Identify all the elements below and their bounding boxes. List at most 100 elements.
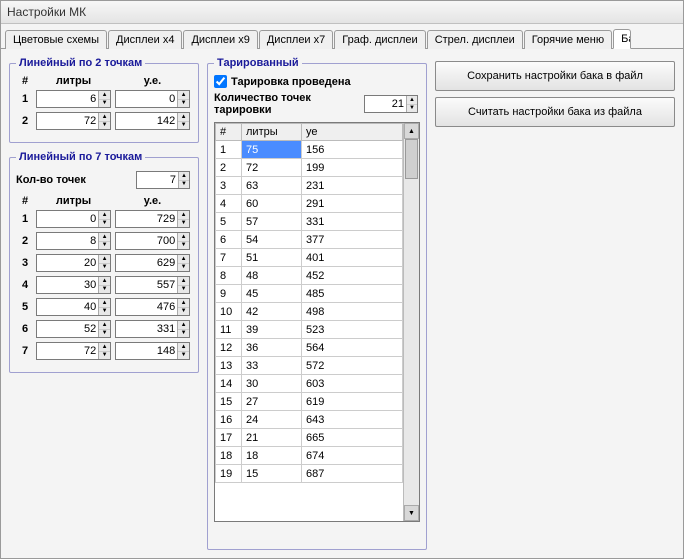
spin-arrows[interactable]: ▲ ▼	[177, 211, 189, 227]
cell-ue[interactable]: 572	[302, 357, 403, 375]
l7-ue-spin[interactable]: ▲ ▼	[115, 342, 190, 360]
l2-litry-spin[interactable]: ▲ ▼	[36, 112, 111, 130]
tab-needle[interactable]: Стрел. дисплеи	[427, 30, 523, 49]
cell-litry[interactable]: 30	[242, 375, 302, 393]
l7-ue-spin[interactable]: ▲ ▼	[115, 298, 190, 316]
l7-kolvo-spin[interactable]: ▲ ▼	[136, 171, 190, 189]
l7-ue-spin[interactable]: ▲ ▼	[115, 254, 190, 272]
cell-ue[interactable]: 603	[302, 375, 403, 393]
l7-litry-spin[interactable]: ▲ ▼	[36, 298, 111, 316]
chevron-down-icon[interactable]: ▼	[99, 122, 110, 130]
cell-ue[interactable]: 377	[302, 231, 403, 249]
table-row[interactable]: 12 36 564	[216, 339, 403, 357]
calibration-table-scroll[interactable]: # литры уе 1 75 156 2 72 199 3 63 231 4 …	[215, 123, 403, 521]
tab-disp-x4[interactable]: Дисплеи x4	[108, 30, 182, 49]
tarrir-done-checkbox[interactable]	[214, 75, 227, 88]
cell-litry[interactable]: 15	[242, 465, 302, 483]
tarrir-kolvo-spin[interactable]: ▲ ▼	[364, 95, 418, 113]
chevron-up-icon[interactable]: ▲	[99, 299, 110, 308]
cell-litry[interactable]: 36	[242, 339, 302, 357]
load-tank-button[interactable]: Считать настройки бака из файла	[435, 97, 675, 127]
cell-ue[interactable]: 687	[302, 465, 403, 483]
chevron-down-icon[interactable]: ▼	[178, 264, 189, 272]
spin-arrows[interactable]: ▲ ▼	[178, 172, 189, 188]
l7-ue-input[interactable]	[116, 234, 177, 248]
tab-disp-x7[interactable]: Дисплеи x7	[259, 30, 333, 49]
l7-ue-input[interactable]	[116, 212, 177, 226]
cell-litry[interactable]: 60	[242, 195, 302, 213]
tarrir-kolvo-input[interactable]	[365, 97, 406, 111]
table-row[interactable]: 2 72 199	[216, 159, 403, 177]
chevron-up-icon[interactable]: ▲	[179, 172, 189, 181]
table-row[interactable]: 14 30 603	[216, 375, 403, 393]
chevron-down-icon[interactable]: ▼	[178, 330, 189, 338]
cell-ue[interactable]: 498	[302, 303, 403, 321]
cell-ue[interactable]: 619	[302, 393, 403, 411]
l7-ue-spin[interactable]: ▲ ▼	[115, 276, 190, 294]
l2-ue-input[interactable]	[116, 114, 177, 128]
cell-litry[interactable]: 54	[242, 231, 302, 249]
spin-arrows[interactable]: ▲ ▼	[177, 299, 189, 315]
chevron-up-icon[interactable]: ▲	[178, 233, 189, 242]
cell-ue[interactable]: 291	[302, 195, 403, 213]
l7-litry-input[interactable]	[37, 212, 98, 226]
cell-litry[interactable]: 33	[242, 357, 302, 375]
cell-ue[interactable]: 643	[302, 411, 403, 429]
tab-hotmenu[interactable]: Горячие меню	[524, 30, 612, 49]
cell-ue[interactable]: 523	[302, 321, 403, 339]
spin-arrows[interactable]: ▲ ▼	[406, 96, 417, 112]
table-row[interactable]: 11 39 523	[216, 321, 403, 339]
table-row[interactable]: 4 60 291	[216, 195, 403, 213]
cell-ue[interactable]: 452	[302, 267, 403, 285]
chevron-down-icon[interactable]: ▼	[178, 352, 189, 360]
tab-tank[interactable]: Ба	[613, 29, 631, 49]
chevron-up-icon[interactable]: ▲	[99, 321, 110, 330]
chevron-down-icon[interactable]: ▼	[99, 308, 110, 316]
chevron-down-icon[interactable]: ▼	[99, 352, 110, 360]
th-litry[interactable]: литры	[242, 124, 302, 141]
chevron-down-icon[interactable]: ▼	[407, 105, 417, 113]
l2-ue-spin[interactable]: ▲ ▼	[115, 90, 190, 108]
l7-ue-input[interactable]	[116, 256, 177, 270]
tab-graph[interactable]: Граф. дисплеи	[334, 30, 425, 49]
table-row[interactable]: 17 21 665	[216, 429, 403, 447]
cell-ue[interactable]: 199	[302, 159, 403, 177]
spin-arrows[interactable]: ▲ ▼	[177, 343, 189, 359]
chevron-down-icon[interactable]: ▼	[99, 242, 110, 250]
cell-litry[interactable]: 24	[242, 411, 302, 429]
cell-ue[interactable]: 674	[302, 447, 403, 465]
chevron-up-icon[interactable]: ▲	[178, 321, 189, 330]
table-row[interactable]: 18 18 674	[216, 447, 403, 465]
table-row[interactable]: 13 33 572	[216, 357, 403, 375]
cell-ue[interactable]: 665	[302, 429, 403, 447]
chevron-up-icon[interactable]: ▲	[178, 255, 189, 264]
th-ue[interactable]: уе	[302, 124, 403, 141]
table-row[interactable]: 9 45 485	[216, 285, 403, 303]
l2-litry-spin[interactable]: ▲ ▼	[36, 90, 111, 108]
l7-litry-spin[interactable]: ▲ ▼	[36, 232, 111, 250]
spin-arrows[interactable]: ▲ ▼	[98, 277, 110, 293]
cell-litry[interactable]: 72	[242, 159, 302, 177]
cell-litry[interactable]: 21	[242, 429, 302, 447]
l7-litry-spin[interactable]: ▲ ▼	[36, 276, 111, 294]
tab-disp-x9[interactable]: Дисплеи x9	[183, 30, 257, 49]
l7-litry-input[interactable]	[37, 322, 98, 336]
chevron-up-icon[interactable]: ▲	[99, 113, 110, 122]
spin-arrows[interactable]: ▲ ▼	[177, 113, 189, 129]
cell-litry[interactable]: 39	[242, 321, 302, 339]
chevron-up-icon[interactable]: ▲	[99, 91, 110, 100]
scroll-track[interactable]	[404, 139, 419, 505]
spin-arrows[interactable]: ▲ ▼	[98, 233, 110, 249]
l7-ue-spin[interactable]: ▲ ▼	[115, 320, 190, 338]
spin-arrows[interactable]: ▲ ▼	[177, 255, 189, 271]
l7-litry-spin[interactable]: ▲ ▼	[36, 210, 111, 228]
spin-arrows[interactable]: ▲ ▼	[98, 91, 110, 107]
chevron-up-icon[interactable]: ▲	[99, 255, 110, 264]
cell-litry[interactable]: 45	[242, 285, 302, 303]
table-row[interactable]: 8 48 452	[216, 267, 403, 285]
l7-ue-spin[interactable]: ▲ ▼	[115, 210, 190, 228]
table-row[interactable]: 10 42 498	[216, 303, 403, 321]
l7-litry-input[interactable]	[37, 344, 98, 358]
chevron-down-icon[interactable]: ▼	[179, 181, 189, 189]
chevron-up-icon[interactable]: ▲	[178, 277, 189, 286]
